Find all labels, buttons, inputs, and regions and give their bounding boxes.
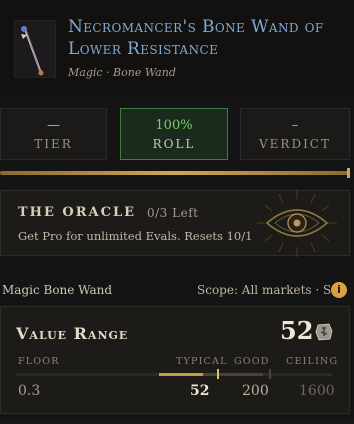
value-range-panel: Value Range 52 FLOOR TYPICAL GOOD CEILIN… — [0, 306, 350, 414]
floor-label: FLOOR — [18, 356, 60, 367]
stat-verdict-value: – — [291, 118, 299, 133]
item-title: Necromancer's Bone Wand of Lower Resista… — [68, 17, 324, 59]
ceiling-label: CEILING — [286, 356, 339, 367]
range-typical-segment — [159, 373, 203, 376]
stat-roll-value: 100% — [155, 118, 193, 133]
ceiling-value: 1600 — [299, 383, 335, 399]
item-header: Necromancer's Bone Wand of Lower Resista… — [0, 0, 354, 96]
stat-tier[interactable]: — TIER — [0, 108, 107, 160]
range-good-segment — [203, 373, 263, 376]
value-range-title: Value Range — [16, 324, 129, 343]
divider-end — [347, 168, 350, 178]
rune-icon — [315, 323, 333, 341]
stat-verdict-label: VERDICT — [258, 137, 331, 151]
oracle-text: Get Pro for unlimited Evals. Resets 10/1 — [18, 229, 253, 243]
bone-wand-icon — [14, 20, 56, 78]
good-marker — [269, 369, 271, 379]
stat-roll[interactable]: 100% ROLL — [120, 108, 228, 160]
oracle-title: THE ORACLE — [18, 205, 137, 220]
good-value: 200 — [242, 383, 269, 399]
market-item-name: Magic Bone Wand — [2, 283, 113, 297]
value-range-value: 52 — [280, 316, 314, 345]
typical-value: 52 — [190, 383, 210, 399]
next-panel-edge — [0, 419, 354, 424]
info-icon[interactable]: i — [331, 282, 347, 298]
typical-label: TYPICAL — [176, 356, 228, 367]
stat-verdict[interactable]: – VERDICT — [240, 108, 350, 160]
oracle-count: 0/3 Left — [147, 206, 199, 220]
oracle-eye-icon — [257, 189, 337, 257]
stat-tier-label: TIER — [34, 137, 73, 151]
stat-roll-label: ROLL — [152, 137, 196, 151]
oracle-panel[interactable]: THE ORACLE 0/3 Left Get Pro for unlimite… — [0, 189, 350, 257]
item-subtitle: Magic · Bone Wand — [68, 66, 176, 79]
floor-value: 0.3 — [18, 383, 41, 399]
market-scope[interactable]: Scope: All markets · SC — [197, 283, 340, 297]
good-label: GOOD — [234, 356, 270, 367]
stat-tier-value: — — [47, 118, 60, 133]
divider-bar — [0, 171, 350, 175]
typical-marker — [217, 369, 219, 379]
